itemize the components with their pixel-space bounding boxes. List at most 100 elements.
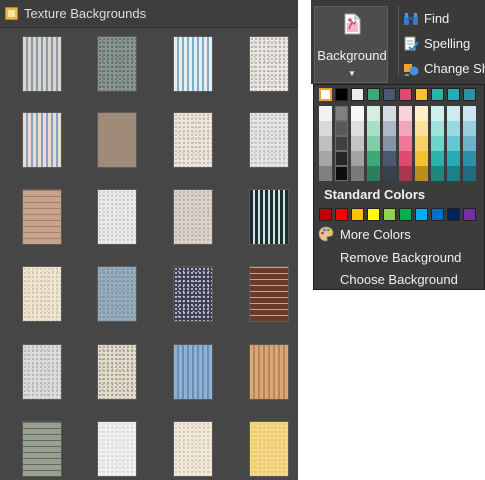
theme-shade-swatch[interactable] — [335, 121, 348, 136]
theme-shade-swatch[interactable] — [447, 166, 460, 181]
standard-color-swatch[interactable] — [431, 208, 444, 221]
texture-swatch[interactable] — [97, 344, 137, 400]
standard-color-swatch[interactable] — [447, 208, 460, 221]
texture-swatch[interactable] — [173, 36, 213, 92]
texture-swatch[interactable] — [249, 36, 289, 92]
texture-swatch[interactable] — [249, 266, 289, 322]
theme-shade-swatch[interactable] — [447, 136, 460, 151]
theme-shade-swatch[interactable] — [351, 166, 364, 181]
theme-shade-swatch[interactable] — [351, 121, 364, 136]
theme-shade-swatch[interactable] — [431, 121, 444, 136]
texture-swatch[interactable] — [22, 266, 62, 322]
theme-shade-swatch[interactable] — [415, 151, 428, 166]
standard-color-swatch[interactable] — [463, 208, 476, 221]
theme-color-swatch[interactable] — [367, 88, 380, 101]
theme-shade-swatch[interactable] — [335, 106, 348, 121]
standard-color-swatch[interactable] — [399, 208, 412, 221]
texture-swatch[interactable] — [97, 421, 137, 477]
texture-swatch[interactable] — [22, 112, 62, 168]
texture-swatch[interactable] — [173, 421, 213, 477]
theme-color-swatch[interactable] — [447, 88, 460, 101]
theme-shade-swatch[interactable] — [415, 166, 428, 181]
theme-shade-swatch[interactable] — [367, 121, 380, 136]
theme-shade-swatch[interactable] — [415, 106, 428, 121]
texture-swatch[interactable] — [22, 344, 62, 400]
texture-swatch[interactable] — [97, 266, 137, 322]
texture-swatch[interactable] — [173, 189, 213, 245]
theme-shade-swatch[interactable] — [399, 121, 412, 136]
standard-color-swatch[interactable] — [335, 208, 348, 221]
theme-shade-swatch[interactable] — [431, 136, 444, 151]
theme-shade-swatch[interactable] — [367, 136, 380, 151]
theme-shade-swatch[interactable] — [463, 166, 476, 181]
theme-shade-swatch[interactable] — [383, 166, 396, 181]
theme-shade-swatch[interactable] — [463, 151, 476, 166]
theme-shade-swatch[interactable] — [399, 106, 412, 121]
remove-background-item[interactable]: Remove Background — [314, 246, 484, 268]
theme-shade-swatch[interactable] — [431, 166, 444, 181]
texture-swatch[interactable] — [97, 189, 137, 245]
theme-shade-swatch[interactable] — [463, 106, 476, 121]
theme-shade-swatch[interactable] — [463, 136, 476, 151]
theme-color-swatch[interactable] — [335, 88, 348, 101]
theme-color-swatch[interactable] — [383, 88, 396, 101]
theme-shade-swatch[interactable] — [383, 106, 396, 121]
texture-folder-icon — [5, 7, 18, 20]
theme-shade-swatch[interactable] — [399, 136, 412, 151]
theme-shade-swatch[interactable] — [367, 166, 380, 181]
standard-color-swatch[interactable] — [383, 208, 396, 221]
theme-shade-swatch[interactable] — [463, 121, 476, 136]
standard-color-swatch[interactable] — [319, 208, 332, 221]
theme-shade-swatch[interactable] — [399, 166, 412, 181]
texture-swatch[interactable] — [22, 36, 62, 92]
theme-color-swatch[interactable] — [319, 88, 332, 101]
texture-swatch[interactable] — [97, 36, 137, 92]
theme-shade-swatch[interactable] — [319, 166, 332, 181]
theme-color-swatch[interactable] — [415, 88, 428, 101]
theme-shade-swatch[interactable] — [319, 136, 332, 151]
theme-shade-swatch[interactable] — [447, 106, 460, 121]
texture-swatch[interactable] — [173, 344, 213, 400]
theme-shade-swatch[interactable] — [335, 136, 348, 151]
theme-shade-swatch[interactable] — [335, 151, 348, 166]
standard-color-swatch[interactable] — [367, 208, 380, 221]
theme-shade-swatch[interactable] — [447, 121, 460, 136]
theme-shade-swatch[interactable] — [367, 151, 380, 166]
theme-shade-swatch[interactable] — [383, 151, 396, 166]
theme-shade-swatch[interactable] — [415, 136, 428, 151]
texture-swatch[interactable] — [249, 112, 289, 168]
theme-shade-swatch[interactable] — [351, 136, 364, 151]
theme-shade-swatch[interactable] — [415, 121, 428, 136]
background-button[interactable]: Background ▼ — [314, 6, 388, 83]
theme-color-swatch[interactable] — [431, 88, 444, 101]
theme-shade-swatch[interactable] — [319, 121, 332, 136]
theme-shade-swatch[interactable] — [351, 151, 364, 166]
texture-swatch[interactable] — [173, 112, 213, 168]
theme-shade-swatch[interactable] — [335, 166, 348, 181]
choose-background-item[interactable]: Choose Background — [314, 268, 484, 290]
texture-swatch[interactable] — [22, 421, 62, 477]
theme-color-swatch[interactable] — [399, 88, 412, 101]
theme-shade-swatch[interactable] — [431, 151, 444, 166]
texture-swatch[interactable] — [249, 189, 289, 245]
theme-shade-swatch[interactable] — [367, 106, 380, 121]
texture-swatch[interactable] — [173, 266, 213, 322]
texture-swatch[interactable] — [97, 112, 137, 168]
theme-shade-swatch[interactable] — [319, 106, 332, 121]
theme-shade-swatch[interactable] — [383, 121, 396, 136]
theme-shade-swatch[interactable] — [383, 136, 396, 151]
texture-swatch[interactable] — [249, 421, 289, 477]
theme-shade-swatch[interactable] — [319, 151, 332, 166]
theme-shade-swatch[interactable] — [399, 151, 412, 166]
theme-shade-swatch[interactable] — [351, 106, 364, 121]
theme-shade-swatch[interactable] — [431, 106, 444, 121]
change-shape-label: Change Sh — [424, 61, 485, 76]
more-colors-item[interactable]: More Colors — [314, 223, 484, 245]
texture-swatch[interactable] — [249, 344, 289, 400]
theme-shade-swatch[interactable] — [447, 151, 460, 166]
standard-color-swatch[interactable] — [351, 208, 364, 221]
texture-swatch[interactable] — [22, 189, 62, 245]
theme-color-swatch[interactable] — [463, 88, 476, 101]
standard-color-swatch[interactable] — [415, 208, 428, 221]
theme-color-swatch[interactable] — [351, 88, 364, 101]
